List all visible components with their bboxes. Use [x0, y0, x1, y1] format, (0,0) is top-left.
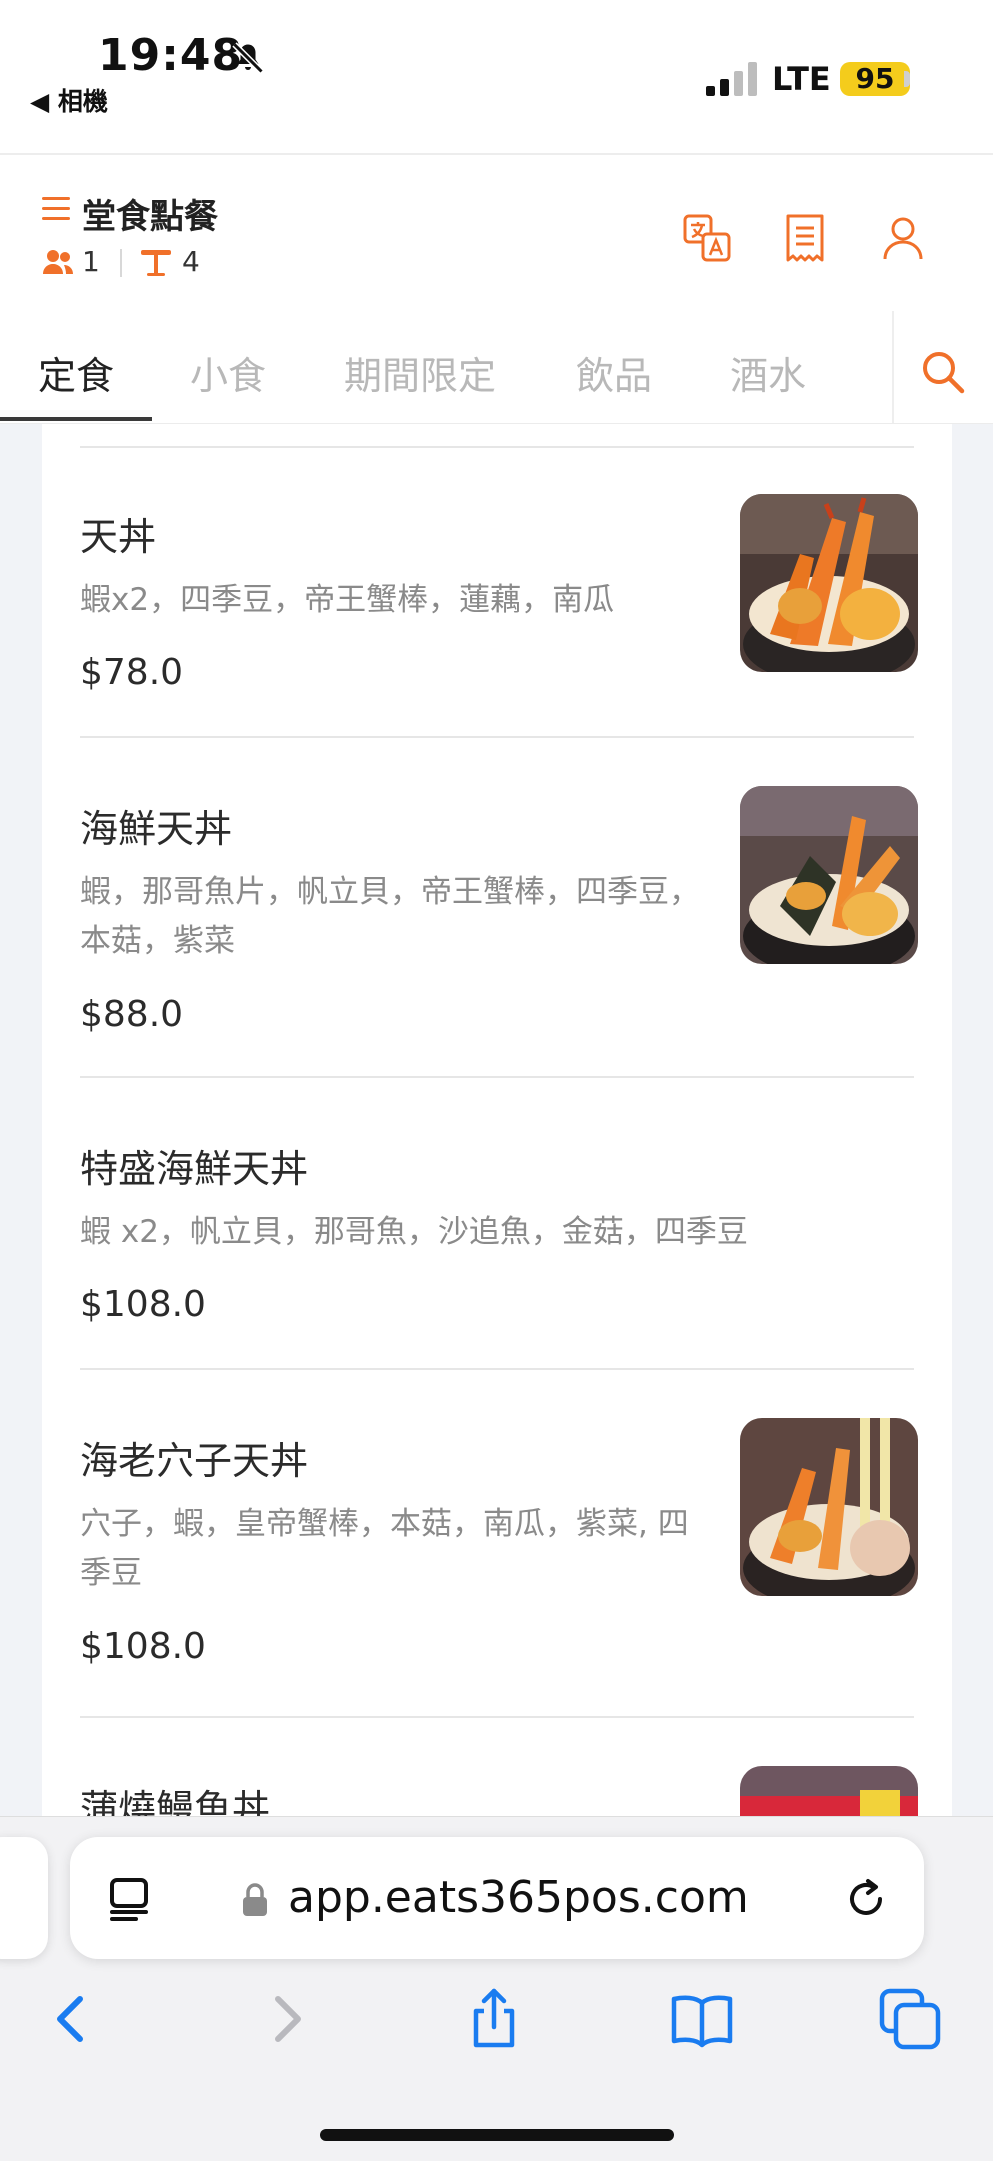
item-price: $108.0: [80, 1284, 206, 1325]
url-text[interactable]: app.eats365pos.com: [288, 1872, 749, 1923]
divider: [80, 1368, 914, 1370]
item-price: $108.0: [80, 1626, 206, 1667]
item-name: 特盛海鮮天丼: [80, 1147, 309, 1191]
item-description: 蝦 x2，帆立貝，那哥魚，沙追魚，金菇，四季豆: [80, 1214, 748, 1250]
previous-tab-preview[interactable]: [0, 1837, 48, 1959]
menu-icon[interactable]: [42, 195, 72, 223]
meta-divider: [120, 249, 122, 277]
divider: [80, 736, 914, 738]
guest-count: 1: [82, 245, 100, 278]
tempura-don-photo: [740, 494, 918, 672]
people-icon: [43, 250, 73, 274]
item-price: $88.0: [80, 994, 184, 1035]
item-description: 蝦，那哥魚片，帆立貝，帝王蟹棒，四季豆，本菇，紫菜: [80, 874, 700, 959]
seafood-tempura-don-photo: [740, 786, 918, 964]
network-type: LTE: [772, 60, 831, 98]
tab-limited-time[interactable]: 期間限定: [344, 345, 496, 400]
back-to-app-link[interactable]: ◀ 相機: [30, 82, 108, 118]
item-description: 穴子，蝦，皇帝蟹棒，本菇，南瓜，紫菜, 四季豆: [80, 1506, 689, 1591]
menu-scroll-area[interactable]: 天丼 蝦x2，四季豆，帝王蟹棒，蓮藕，南瓜 $78.0 海鮮天丼 蝦，那哥魚片，…: [0, 424, 993, 1816]
search-icon[interactable]: [918, 347, 968, 397]
lock-icon: [243, 1883, 267, 1916]
battery-level: 95: [840, 62, 910, 96]
unagi-don-photo: [740, 1766, 918, 1816]
item-name: 天丼: [80, 515, 157, 559]
home-indicator[interactable]: [320, 2129, 674, 2141]
share-icon[interactable]: [462, 1987, 526, 2051]
table-icon: [141, 250, 171, 276]
item-name: 海老穴子天丼: [80, 1439, 309, 1483]
reader-icon[interactable]: [108, 1877, 152, 1921]
back-icon[interactable]: [40, 1987, 104, 2051]
active-tab-indicator: [0, 417, 152, 421]
tab-set-meal[interactable]: 定食: [38, 345, 114, 400]
page-title: 堂食點餐: [82, 197, 218, 237]
item-name: 蒲燒鰻魚丼: [80, 1787, 271, 1816]
divider: [80, 1076, 914, 1078]
browser-toolbar: app.eats365pos.com: [0, 1816, 993, 2161]
translate-icon[interactable]: [682, 213, 732, 263]
tab-snacks[interactable]: 小食: [190, 345, 266, 400]
item-name: 海鮮天丼: [80, 807, 233, 851]
user-icon[interactable]: [878, 213, 928, 263]
status-bar: 19:48 ◀ 相機 LTE 95: [0, 0, 993, 152]
divider: [80, 446, 914, 448]
status-time: 19:48: [98, 30, 244, 81]
bookmarks-icon[interactable]: [670, 1987, 734, 2051]
bell-slash-icon: [232, 42, 264, 74]
divider: [80, 1716, 914, 1718]
battery-tip: [904, 71, 910, 87]
tab-alcohol[interactable]: 酒水: [730, 345, 806, 400]
app-header: 堂食點餐 1 4: [0, 153, 993, 314]
tabs-icon[interactable]: [878, 1987, 942, 2051]
signal-icon: [706, 62, 757, 96]
address-bar[interactable]: app.eats365pos.com: [70, 1837, 924, 1959]
item-price: $78.0: [80, 652, 184, 693]
forward-icon[interactable]: [254, 1987, 318, 2051]
menu-card: 天丼 蝦x2，四季豆，帝王蟹棒，蓮藕，南瓜 $78.0 海鮮天丼 蝦，那哥魚片，…: [42, 424, 952, 1816]
tab-drinks[interactable]: 飲品: [576, 345, 652, 400]
reload-icon[interactable]: [842, 1875, 890, 1923]
category-tabs: 定食 小食 期間限定 飲品 酒水: [0, 311, 993, 425]
table-number: 4: [182, 245, 200, 278]
receipt-icon[interactable]: [780, 213, 830, 263]
shrimp-eel-tempura-don-photo: [740, 1418, 918, 1596]
item-description: 蝦x2，四季豆，帝王蟹棒，蓮藕，南瓜: [80, 582, 615, 618]
tabs-divider: [892, 311, 894, 423]
